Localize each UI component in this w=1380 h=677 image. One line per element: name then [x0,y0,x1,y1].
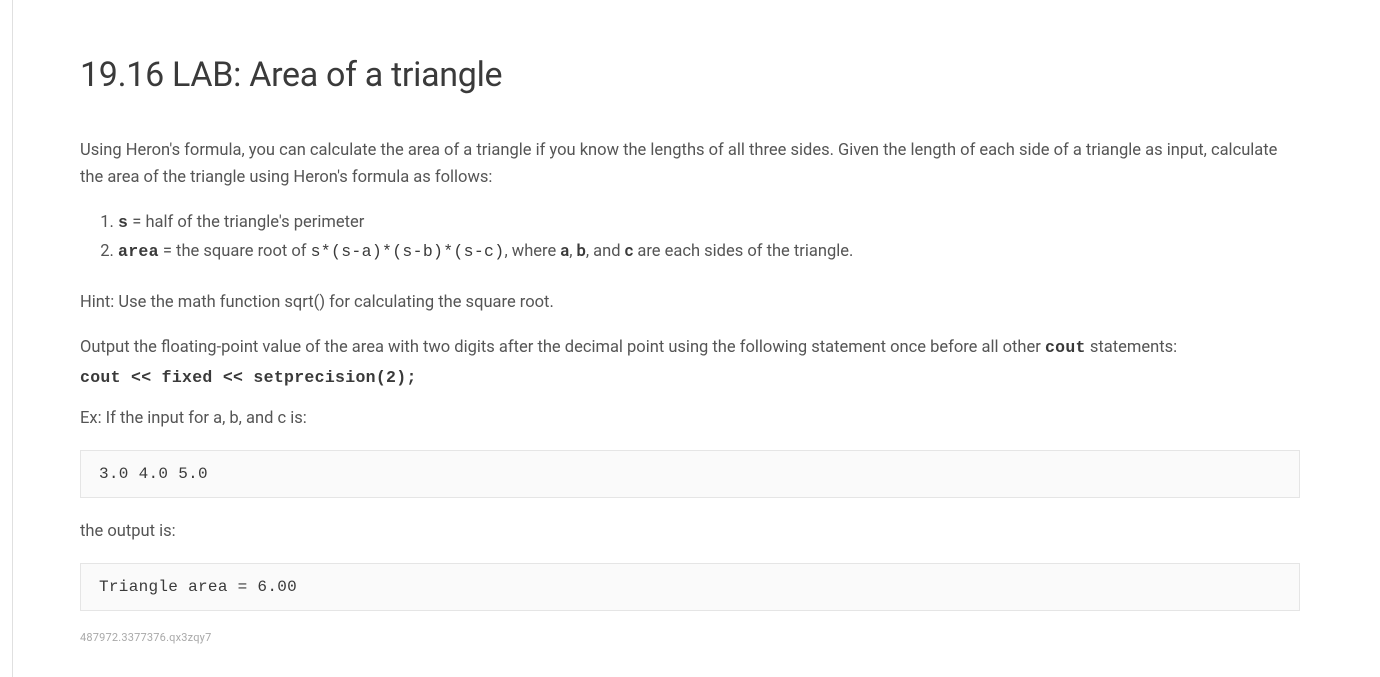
instruction-text: Output the floating-point value of the a… [80,338,1045,357]
cout-keyword: cout [1045,338,1086,357]
instruction-text: statements: [1086,338,1177,357]
left-border [12,0,13,677]
formula-list: s = half of the triangle's perimeter are… [118,209,1300,267]
variable-a: a [560,242,569,261]
list-item-text: , and [586,242,625,261]
list-item-text: = half of the triangle's perimeter [128,213,364,232]
output-label: the output is: [80,518,1300,545]
page-title: 19.16 LAB: Area of a triangle [80,55,1300,95]
example-output-block: Triangle area = 6.00 [80,563,1300,611]
hint-paragraph: Hint: Use the math function sqrt() for c… [80,289,1300,316]
variable-s: s [118,213,128,232]
variable-area: area [118,242,159,261]
list-item-text: , where [504,242,560,261]
intro-paragraph: Using Heron's formula, you can calculate… [80,137,1300,191]
content-container: 19.16 LAB: Area of a triangle Using Hero… [0,0,1380,664]
list-item-text: are each sides of the triangle. [633,242,853,261]
list-item: area = the square root of s*(s-a)*(s-b)*… [118,238,1300,267]
list-item-text: , [569,242,576,261]
formula-code: s*(s-a)*(s-b)*(s-c) [311,242,505,261]
footer-id: 487972.3377376.qx3zqy7 [80,631,1300,644]
cout-statement: cout << fixed << setprecision(2); [80,368,1300,387]
example-label: Ex: If the input for a, b, and c is: [80,405,1300,432]
variable-b: b [577,242,586,261]
list-item-text: = the square root of [159,242,311,261]
example-input-block: 3.0 4.0 5.0 [80,450,1300,498]
list-item: s = half of the triangle's perimeter [118,209,1300,238]
variable-c: c [625,242,634,261]
output-instruction: Output the floating-point value of the a… [80,334,1300,361]
